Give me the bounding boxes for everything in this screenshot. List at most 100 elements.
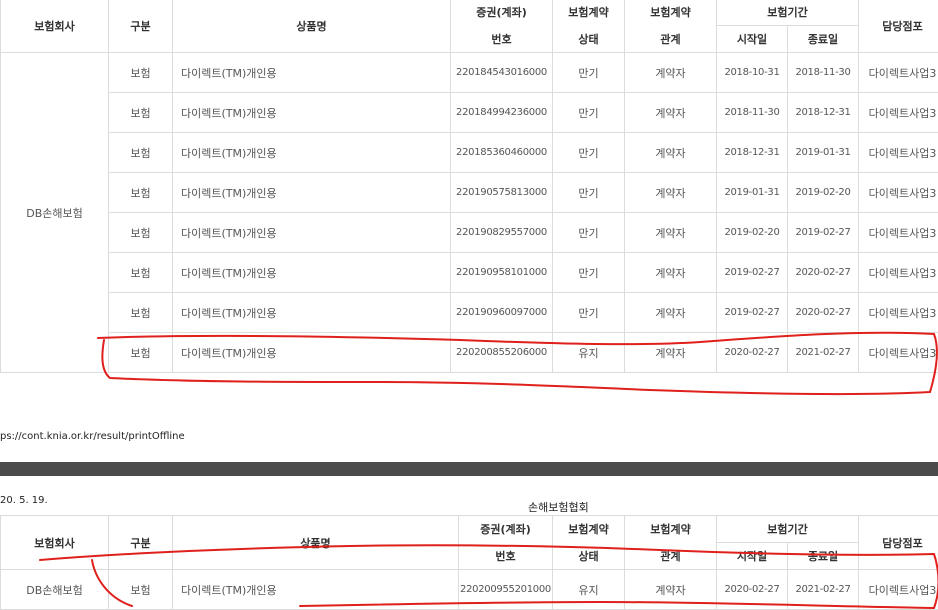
cell-branch: 다이렉트사업3 xyxy=(859,333,938,373)
cell-category: 보험 xyxy=(109,570,173,610)
header-status-line2: 상태 xyxy=(553,26,625,53)
header-cert-no-line1: 증권(계좌) xyxy=(451,0,553,26)
cell-relation: 계약자 xyxy=(625,570,717,610)
header-branch: 담당점포 xyxy=(859,0,938,53)
table-row: 보험다이렉트(TM)개인용220184994236000만기계약자2018-11… xyxy=(1,93,938,133)
cell-end-date: 2018-11-30 xyxy=(788,53,859,93)
table-row: 보험다이렉트(TM)개인용220190958101000만기계약자2019-02… xyxy=(1,253,938,293)
print-date: 20. 5. 19. xyxy=(0,495,48,506)
header-end-date: 종료일 xyxy=(788,543,859,570)
cell-cert-no: 220190575813000 xyxy=(451,173,553,213)
cell-relation: 계약자 xyxy=(625,213,717,253)
header-status-line1: 보험계약 xyxy=(553,516,625,543)
header-product: 상품명 xyxy=(173,0,451,53)
cell-cert-no: 220184543016000 xyxy=(451,53,553,93)
cell-product: 다이렉트(TM)개인용 xyxy=(173,133,451,173)
header-category: 구분 xyxy=(109,516,173,570)
cell-status: 만기 xyxy=(553,293,625,333)
cell-category: 보험 xyxy=(109,133,173,173)
header-start-date: 시작일 xyxy=(717,543,788,570)
header-status-line1: 보험계약 xyxy=(553,0,625,26)
cell-start-date: 2019-02-27 xyxy=(717,293,788,333)
cell-product: 다이렉트(TM)개인용 xyxy=(173,293,451,333)
cell-category: 보험 xyxy=(109,53,173,93)
cell-product: 다이렉트(TM)개인용 xyxy=(173,213,451,253)
header-relation-line2: 관계 xyxy=(625,543,717,570)
cell-status: 유지 xyxy=(553,333,625,373)
cell-category: 보험 xyxy=(109,293,173,333)
page-separator xyxy=(0,462,938,476)
organization-name: 손해보험협회 xyxy=(528,499,589,515)
header-status-line2: 상태 xyxy=(553,543,625,570)
cell-end-date: 2019-02-20 xyxy=(788,173,859,213)
cell-branch: 다이렉트사업3 xyxy=(859,93,938,133)
cell-cert-no: 220190958101000 xyxy=(451,253,553,293)
cell-relation: 계약자 xyxy=(625,253,717,293)
header-branch: 담당점포 xyxy=(859,516,938,570)
cell-branch: 다이렉트사업3 xyxy=(859,53,938,93)
cell-start-date: 2019-02-20 xyxy=(717,213,788,253)
header-start-date: 시작일 xyxy=(717,26,788,53)
cell-category: 보험 xyxy=(109,213,173,253)
cell-relation: 계약자 xyxy=(625,53,717,93)
cell-branch: 다이렉트사업3 xyxy=(859,133,938,173)
print-url: ps://cont.knia.or.kr/result/printOffline xyxy=(0,431,185,442)
table-row: 보험다이렉트(TM)개인용220190575813000만기계약자2019-01… xyxy=(1,173,938,213)
table-row: 보험다이렉트(TM)개인용220200855206000유지계약자2020-02… xyxy=(1,333,938,373)
cell-category: 보험 xyxy=(109,253,173,293)
cell-cert-no: 220190960097000 xyxy=(451,293,553,333)
cell-branch: 다이렉트사업3 xyxy=(859,173,938,213)
header-end-date: 종료일 xyxy=(788,26,859,53)
cell-end-date: 2019-02-27 xyxy=(788,213,859,253)
cell-start-date: 2020-02-27 xyxy=(717,333,788,373)
cell-cert-no: 220200855206000 xyxy=(451,333,553,373)
cell-start-date: 2018-11-30 xyxy=(717,93,788,133)
cell-relation: 계약자 xyxy=(625,293,717,333)
cell-start-date: 2018-10-31 xyxy=(717,53,788,93)
cell-product: 다이렉트(TM)개인용 xyxy=(173,570,459,610)
cell-start-date: 2019-02-27 xyxy=(717,253,788,293)
table-row: 보험다이렉트(TM)개인용220185360460000만기계약자2018-12… xyxy=(1,133,938,173)
cell-end-date: 2018-12-31 xyxy=(788,93,859,133)
cell-end-date: 2019-01-31 xyxy=(788,133,859,173)
cell-status: 유지 xyxy=(553,570,625,610)
cell-product: 다이렉트(TM)개인용 xyxy=(173,253,451,293)
table-row: 보험다이렉트(TM)개인용220190829557000만기계약자2019-02… xyxy=(1,213,938,253)
header-relation-line1: 보험계약 xyxy=(625,0,717,26)
cell-cert-no: 220190829557000 xyxy=(451,213,553,253)
header-period: 보험기간 xyxy=(717,516,859,543)
header-cert-no-line2: 번호 xyxy=(451,26,553,53)
header-cert-no-line2: 번호 xyxy=(459,543,553,570)
cell-category: 보험 xyxy=(109,333,173,373)
cell-product: 다이렉트(TM)개인용 xyxy=(173,333,451,373)
header-product: 상품명 xyxy=(173,516,459,570)
cell-relation: 계약자 xyxy=(625,93,717,133)
cell-insurer: DB손해보험 xyxy=(1,53,109,373)
header-period: 보험기간 xyxy=(717,0,859,26)
cell-insurer: DB손해보험 xyxy=(1,570,109,610)
cell-status: 만기 xyxy=(553,213,625,253)
cell-relation: 계약자 xyxy=(625,333,717,373)
insurance-contracts-table-page2: 보험회사 구분 상품명 증권(계좌) 보험계약 보험계약 보험기간 담당점포 번… xyxy=(0,515,938,610)
table-row: DB손해보험보험다이렉트(TM)개인용220184543016000만기계약자2… xyxy=(1,53,938,93)
cell-end-date: 2021-02-27 xyxy=(788,333,859,373)
cell-branch: 다이렉트사업3 xyxy=(859,570,938,610)
header-insurer: 보험회사 xyxy=(1,516,109,570)
insurance-contracts-table: 보험회사 구분 상품명 증권(계좌) 보험계약 보험계약 보험기간 담당점포 번… xyxy=(0,0,938,373)
cell-start-date: 2019-01-31 xyxy=(717,173,788,213)
cell-branch: 다이렉트사업3 xyxy=(859,213,938,253)
cell-status: 만기 xyxy=(553,53,625,93)
cell-category: 보험 xyxy=(109,93,173,133)
cell-start-date: 2018-12-31 xyxy=(717,133,788,173)
header-insurer: 보험회사 xyxy=(1,0,109,53)
header-category: 구분 xyxy=(109,0,173,53)
cell-end-date: 2020-02-27 xyxy=(788,253,859,293)
table-row: 보험다이렉트(TM)개인용220190960097000만기계약자2019-02… xyxy=(1,293,938,333)
cell-start-date: 2020-02-27 xyxy=(717,570,788,610)
header-relation-line2: 관계 xyxy=(625,26,717,53)
header-cert-no-line1: 증권(계좌) xyxy=(459,516,553,543)
cell-status: 만기 xyxy=(553,93,625,133)
cell-cert-no: 220200955201000 xyxy=(459,570,553,610)
cell-status: 만기 xyxy=(553,253,625,293)
cell-product: 다이렉트(TM)개인용 xyxy=(173,53,451,93)
